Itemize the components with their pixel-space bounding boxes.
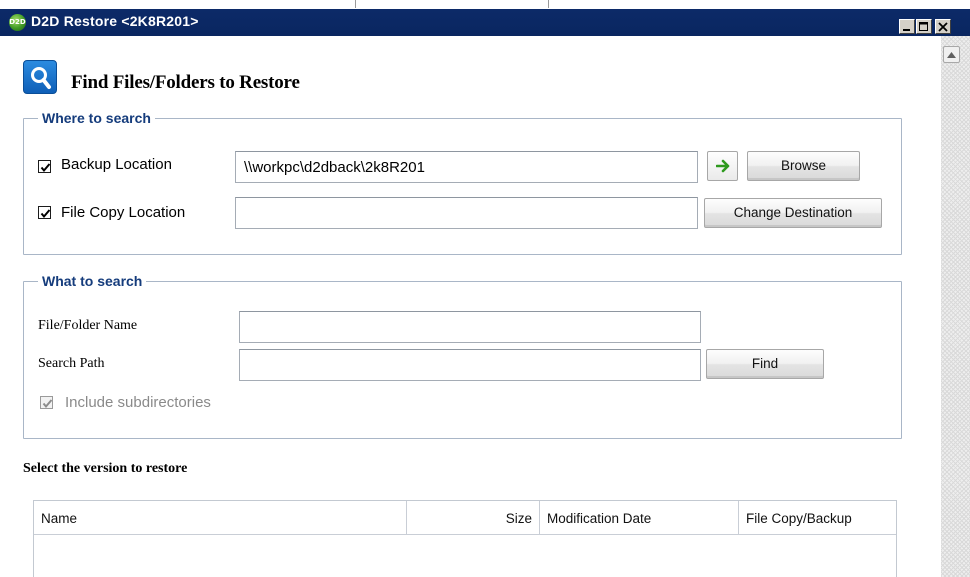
search-icon — [31, 67, 51, 89]
file-copy-location-field[interactable] — [235, 197, 698, 229]
arrow-right-icon — [716, 159, 730, 173]
find-button[interactable]: Find — [706, 349, 824, 379]
include-subdirectories-checkbox[interactable] — [40, 396, 53, 409]
window-title: D2D Restore <2K8R201> — [31, 13, 199, 29]
strip-tick — [548, 0, 549, 8]
scroll-up-icon — [947, 52, 956, 58]
checkmark-icon — [42, 399, 53, 409]
header-search-badge — [23, 60, 57, 94]
what-to-search-legend: What to search — [38, 273, 147, 289]
page-title: Find Files/Folders to Restore — [71, 72, 300, 93]
where-to-search-legend: Where to search — [38, 110, 155, 126]
file-folder-name-label: File/Folder Name — [38, 318, 138, 333]
vertical-scrollbar[interactable] — [941, 36, 970, 577]
where-to-search-group: Where to search — [23, 110, 902, 255]
version-section-title: Select the version to restore — [23, 461, 188, 476]
column-header-file-copy-backup[interactable]: File Copy/Backup — [739, 501, 896, 535]
app-icon: D2D — [9, 14, 26, 31]
maximize-button[interactable] — [916, 19, 932, 34]
column-header-modification-date[interactable]: Modification Date — [540, 501, 739, 535]
checkmark-icon — [40, 163, 51, 173]
versions-table-header: Name Size Modification Date File Copy/Ba… — [34, 501, 896, 535]
search-path-label: Search Path — [38, 356, 105, 371]
maximize-icon — [919, 22, 928, 31]
go-button[interactable] — [707, 151, 738, 181]
window-titlebar[interactable]: D2D D2D Restore <2K8R201> — [0, 9, 970, 36]
change-destination-button[interactable]: Change Destination — [704, 198, 882, 228]
browse-button[interactable]: Browse — [747, 151, 860, 181]
checkmark-icon — [40, 209, 51, 219]
close-button[interactable] — [935, 19, 951, 34]
minimize-button[interactable] — [899, 19, 915, 34]
backup-location-field[interactable]: \\workpc\d2dback\2k8R201 — [235, 151, 698, 183]
strip-tick — [355, 0, 356, 8]
column-header-name[interactable]: Name — [34, 501, 407, 535]
close-icon — [938, 22, 948, 32]
include-subdirectories-label: Include subdirectories — [65, 394, 211, 411]
minimize-icon — [903, 29, 910, 31]
versions-table[interactable]: Name Size Modification Date File Copy/Ba… — [33, 500, 897, 577]
file-copy-location-checkbox[interactable] — [38, 206, 51, 219]
file-folder-name-field[interactable] — [239, 311, 701, 343]
file-copy-location-label: File Copy Location — [61, 204, 186, 221]
scroll-up-button[interactable] — [943, 46, 960, 63]
column-header-size[interactable]: Size — [407, 501, 540, 535]
top-strip — [0, 0, 970, 9]
backup-location-checkbox[interactable] — [38, 160, 51, 173]
backup-location-label: Backup Location — [61, 156, 172, 173]
search-path-field[interactable] — [239, 349, 701, 381]
